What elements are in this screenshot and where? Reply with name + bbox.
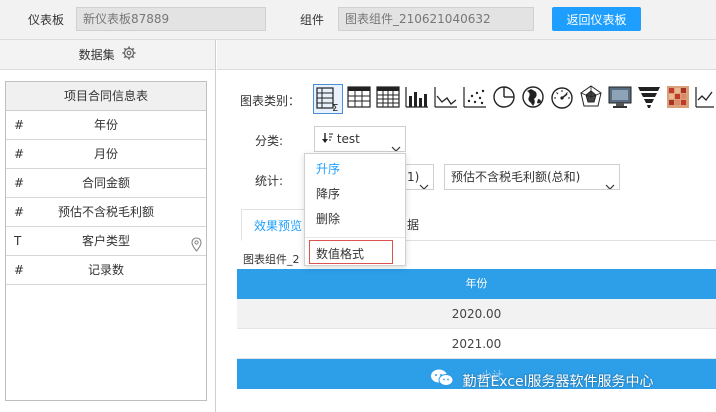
config-header-strip [217, 40, 716, 70]
field-row-year[interactable]: # 年份 [6, 111, 206, 140]
numeric-type-icon: # [14, 147, 25, 161]
table-sum-icon[interactable]: Σ [313, 84, 343, 114]
chart-config-panel: 图表类别： Σ 分类: test 统计: 1) 预估不含税毛利额(总和) 效果预… [217, 40, 716, 412]
category-context-menu: 升序 降序 删除 数值格式 [304, 153, 406, 266]
field-table: 项目合同信息表 # 年份 # 月份 # 合同金额 # 预估不含税毛利额 T 客户… [5, 81, 207, 401]
radar-icon[interactable] [578, 84, 604, 110]
map-icon[interactable] [607, 84, 633, 110]
table-grid-icon[interactable] [375, 84, 401, 110]
stats-label: 统计: [255, 174, 284, 188]
scatter-chart-icon[interactable] [462, 84, 488, 110]
text-type-icon: T [14, 234, 22, 248]
category-field-select[interactable]: test [314, 126, 406, 152]
line-chart-2-icon[interactable] [694, 84, 714, 110]
sort-desc-icon [321, 132, 337, 146]
back-to-dashboard-button[interactable]: 返回仪表板 [552, 7, 641, 31]
stats-value-2: 预估不含税毛利额(总和) [451, 170, 581, 184]
dataset-title: 数据集 [78, 48, 115, 62]
stats-value-1: 1) [407, 170, 420, 184]
dataset-header: 数据集 [0, 40, 215, 70]
tab-data[interactable]: 据 [407, 209, 419, 241]
gear-icon[interactable] [122, 41, 136, 71]
menu-item-descending[interactable]: 降序 [316, 185, 340, 202]
field-row-record-count[interactable]: # 记录数 [6, 256, 206, 285]
table-icon[interactable] [346, 84, 372, 110]
watermark-text: 勤哲Excel服务器软件服务中心 [462, 374, 654, 390]
table-row: 2020.00 [237, 299, 716, 329]
component-name-field[interactable]: 图表组件_210621040632 [338, 7, 534, 31]
top-bar: 仪表板 新仪表板87889 组件 图表组件_210621040632 返回仪表板 [0, 0, 716, 40]
category-value: test [336, 132, 360, 146]
field-name: 月份 [93, 147, 118, 161]
dashboard-label: 仪表板 [28, 13, 65, 27]
column-header: 年份 [237, 269, 716, 299]
gauge-icon[interactable] [549, 84, 575, 110]
field-row-gross-profit[interactable]: # 预估不含税毛利额 [6, 198, 206, 227]
funnel-icon[interactable] [636, 84, 662, 110]
field-name: 年份 [93, 118, 118, 132]
field-name: 记录数 [87, 263, 124, 277]
field-row-month[interactable]: # 月份 [6, 140, 206, 169]
numeric-type-icon: # [14, 176, 25, 190]
chart-type-label: 图表类别： [240, 94, 301, 108]
menu-divider [305, 237, 405, 238]
stats-field-select-2[interactable]: 预估不含税毛利额(总和) [444, 164, 620, 190]
dashboard-name-field[interactable]: 新仪表板87889 [76, 7, 266, 31]
heatmap-icon[interactable] [665, 84, 691, 110]
category-label: 分类: [255, 134, 284, 148]
field-row-customer-type[interactable]: T 客户类型 [6, 227, 206, 256]
dataset-panel: 数据集 项目合同信息表 # 年份 # 月份 # 合同金额 # 预估不含税毛利额 … [0, 40, 216, 412]
chevron-down-icon [419, 174, 429, 189]
watermark: 勤哲Excel服务器软件服务中心 [430, 368, 654, 392]
bar-chart-icon[interactable] [404, 84, 430, 110]
menu-item-number-format[interactable]: 数值格式 [316, 245, 364, 262]
field-name: 预估不含税毛利额 [57, 205, 154, 219]
menu-item-ascending[interactable]: 升序 [316, 160, 340, 177]
globe-icon[interactable] [520, 84, 546, 110]
numeric-type-icon: # [14, 205, 25, 219]
field-list-empty-area [6, 285, 206, 400]
table-row: 2021.00 [237, 329, 716, 359]
wechat-icon [430, 368, 454, 396]
component-label: 组件 [300, 13, 325, 27]
numeric-type-icon: # [14, 118, 25, 132]
field-row-contract-amount[interactable]: # 合同金额 [6, 169, 206, 198]
chevron-down-icon [391, 136, 401, 151]
pie-chart-icon[interactable] [491, 84, 517, 110]
table-title: 项目合同信息表 [6, 82, 206, 111]
svg-text:Σ: Σ [332, 103, 338, 114]
menu-item-delete[interactable]: 删除 [316, 210, 340, 227]
field-name: 客户类型 [81, 234, 130, 248]
field-name: 合同金额 [81, 176, 130, 190]
numeric-type-icon: # [14, 263, 25, 277]
component-title: 图表组件_2 [243, 253, 300, 266]
line-chart-icon[interactable] [433, 84, 459, 110]
chevron-down-icon [605, 174, 615, 189]
